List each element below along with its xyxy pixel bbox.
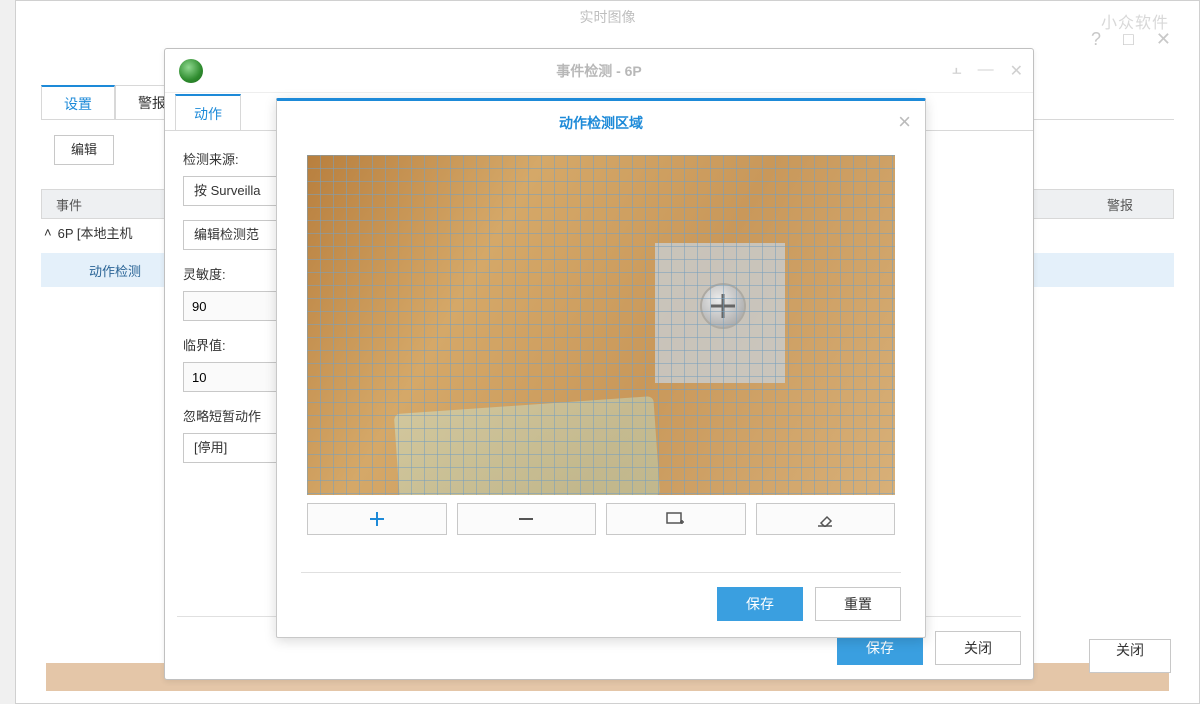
mid-close-button[interactable]: 关闭 (935, 631, 1021, 665)
modal-save-button[interactable]: 保存 (717, 587, 803, 621)
mid-header: 事件检测 - 6P ⫠ — ✕ (165, 49, 1033, 93)
tree-node-6p[interactable]: ˄ 6P [本地主机 (44, 223, 132, 242)
chevron-down-icon: ˄ (44, 225, 52, 240)
threshold-input[interactable] (183, 362, 279, 392)
bg-close-button[interactable]: 关闭 (1089, 639, 1171, 673)
tab-settings[interactable]: 设置 (41, 85, 115, 119)
select-rect-icon (666, 511, 686, 527)
detection-area-canvas[interactable] (307, 155, 895, 495)
tool-remove-button[interactable] (457, 503, 597, 535)
sensitivity-input[interactable] (183, 291, 279, 321)
modal-close-icon[interactable]: × (898, 111, 911, 133)
bg-window-title: 实时图像 (580, 7, 636, 27)
app-logo-icon (179, 59, 203, 83)
motion-area-modal: 动作检测区域 × 保存 重置 (276, 98, 926, 638)
tool-add-button[interactable] (307, 503, 447, 535)
modal-toolbar (307, 503, 895, 535)
maximize-icon[interactable]: □ (1123, 29, 1134, 50)
close-icon[interactable]: ✕ (1156, 29, 1171, 50)
eraser-icon (815, 511, 835, 527)
edit-button[interactable]: 编辑 (54, 135, 114, 165)
modal-header: 动作检测区域 × (277, 101, 925, 145)
bg-window-controls: ? □ ✕ (1091, 29, 1171, 50)
tool-select-area-button[interactable] (606, 503, 746, 535)
tab-motion[interactable]: 动作 (175, 94, 241, 130)
modal-title: 动作检测区域 (559, 113, 643, 133)
tree-node-label: 6P [本地主机 (58, 223, 133, 242)
canvas-grid-overlay (307, 155, 895, 495)
pin-icon[interactable]: ⫠ (952, 61, 962, 81)
minus-icon (518, 511, 534, 527)
mid-window-controls: ⫠ — ✕ (952, 61, 1023, 81)
close-icon[interactable]: ✕ (1010, 61, 1023, 81)
plus-icon (369, 511, 385, 527)
tool-erase-button[interactable] (756, 503, 896, 535)
mid-window-title: 事件检测 - 6P (556, 61, 642, 81)
col-alert: 警报 (1107, 195, 1173, 214)
minimize-icon[interactable]: — (978, 61, 994, 81)
help-icon[interactable]: ? (1091, 29, 1101, 50)
modal-reset-button[interactable]: 重置 (815, 587, 901, 621)
modal-footer: 保存 重置 (301, 572, 901, 621)
